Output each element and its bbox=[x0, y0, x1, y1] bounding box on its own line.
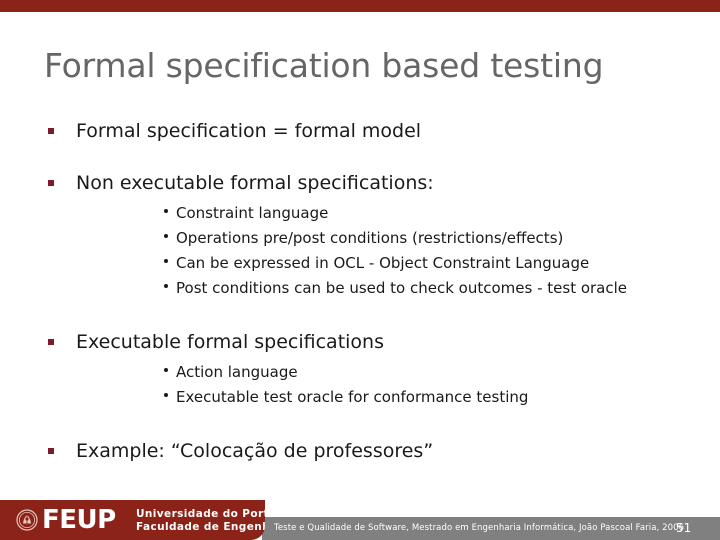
slide: Formal specification based testing Forma… bbox=[0, 0, 720, 540]
sub-bullet-list: Action language Executable test oracle f… bbox=[76, 361, 720, 408]
feup-logo: FEUP Universidade do Porto Faculdade de … bbox=[0, 500, 265, 540]
dot-bullet-icon bbox=[164, 368, 168, 372]
dot-bullet-icon bbox=[164, 234, 168, 238]
sub-bullet-item: Constraint language bbox=[76, 202, 720, 224]
bullet-item: Example: “Colocação de professores” bbox=[0, 438, 720, 464]
square-bullet-icon bbox=[48, 128, 54, 134]
slide-body: Formal specification = formal model Non … bbox=[0, 118, 720, 478]
square-bullet-icon bbox=[48, 180, 54, 186]
slide-title: Formal specification based testing bbox=[44, 46, 604, 85]
bullet-item: Non executable formal specifications: Co… bbox=[0, 170, 720, 299]
bullet-item: Formal specification = formal model bbox=[0, 118, 720, 144]
feup-line-1: Universidade do Porto bbox=[136, 508, 265, 520]
footer-text: Teste e Qualidade de Software, Mestrado … bbox=[274, 523, 685, 533]
sub-bullet-item: Operations pre/post conditions (restrict… bbox=[76, 227, 720, 249]
dot-bullet-icon bbox=[164, 393, 168, 397]
sub-bullet-text: Can be expressed in OCL - Object Constra… bbox=[176, 254, 590, 272]
bullet-text: Non executable formal specifications: bbox=[76, 172, 434, 194]
sub-bullet-item: Action language bbox=[76, 361, 720, 383]
feup-line-2: Faculdade de Engenharia bbox=[136, 520, 265, 533]
square-bullet-icon bbox=[48, 339, 54, 345]
sub-bullet-text: Executable test oracle for conformance t… bbox=[176, 388, 529, 406]
sub-bullet-text: Operations pre/post conditions (restrict… bbox=[176, 229, 564, 247]
sub-bullet-text: Constraint language bbox=[176, 204, 329, 222]
bullet-text: Formal specification = formal model bbox=[76, 120, 422, 142]
dot-bullet-icon bbox=[164, 209, 168, 213]
feup-acronym: FEUP bbox=[42, 505, 116, 535]
square-bullet-icon bbox=[48, 448, 54, 454]
sub-bullet-text: Action language bbox=[176, 363, 298, 381]
sub-bullet-item: Executable test oracle for conformance t… bbox=[76, 386, 720, 408]
dot-bullet-icon bbox=[164, 259, 168, 263]
bullet-text: Example: “Colocação de professores” bbox=[76, 440, 434, 462]
page-number: 51 bbox=[676, 521, 692, 535]
feup-full-name: Universidade do Porto Faculdade de Engen… bbox=[136, 508, 265, 533]
sub-bullet-text: Post conditions can be used to check out… bbox=[176, 279, 628, 297]
bullet-text: Executable formal specifications bbox=[76, 331, 384, 353]
bullet-item: Executable formal specifications Action … bbox=[0, 329, 720, 408]
sub-bullet-item: Can be expressed in OCL - Object Constra… bbox=[76, 252, 720, 274]
feup-seal-icon bbox=[16, 509, 38, 531]
sub-bullet-item: Post conditions can be used to check out… bbox=[76, 277, 720, 299]
top-accent-bar bbox=[0, 0, 720, 12]
sub-bullet-list: Constraint language Operations pre/post … bbox=[76, 202, 720, 299]
dot-bullet-icon bbox=[164, 284, 168, 288]
